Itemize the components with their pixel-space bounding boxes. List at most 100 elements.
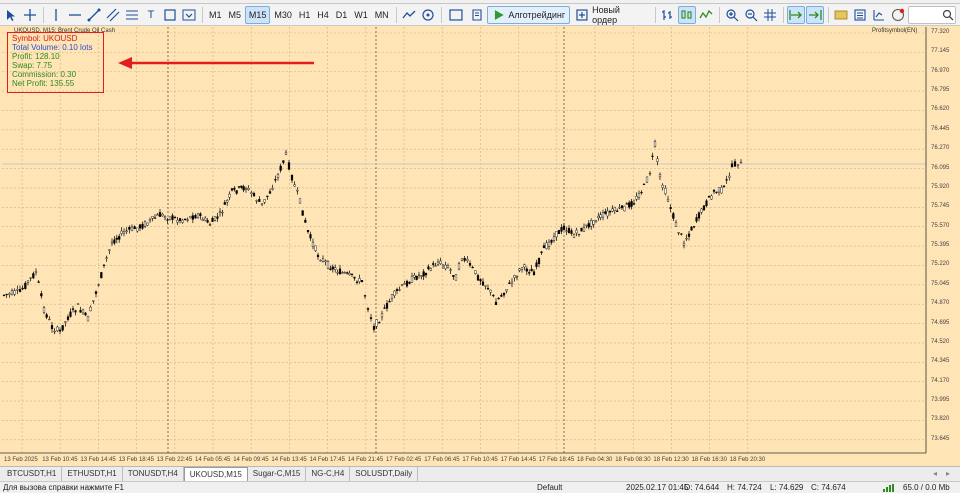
templates-icon[interactable]	[419, 6, 437, 24]
candle-body	[582, 227, 586, 232]
candle-body	[722, 185, 726, 188]
price-chart[interactable]: UKOUSD, M15: Brent Crude Oil Cash Profit…	[0, 27, 960, 466]
candle-body	[707, 195, 711, 198]
zoom-in-icon[interactable]	[723, 6, 741, 24]
timeframe-m1[interactable]: M1	[206, 6, 224, 24]
candle-body	[393, 290, 396, 296]
candles-icon[interactable]	[678, 5, 697, 24]
candle-body	[669, 207, 672, 209]
tab-ethusdt[interactable]: ETHUSDT,H1	[62, 467, 123, 481]
candle-body	[682, 242, 686, 246]
tab-ngc[interactable]: NG-C,H4	[306, 467, 351, 481]
objects-list-icon[interactable]	[851, 6, 869, 24]
candle-body	[76, 303, 80, 305]
price-tick-label: 74.695	[931, 319, 950, 326]
candle-body	[728, 175, 731, 178]
line-chart-icon[interactable]	[697, 6, 715, 24]
trendline-icon[interactable]	[85, 6, 103, 24]
periodicity-icon[interactable]	[870, 6, 888, 24]
candle-body	[378, 322, 381, 324]
candle-body	[494, 301, 498, 306]
candle-body	[94, 291, 98, 294]
candle-body	[597, 215, 600, 219]
text-icon[interactable]: T	[142, 6, 160, 24]
timeframe-m30[interactable]: M30	[271, 6, 294, 24]
candle-body	[298, 198, 302, 204]
candle-body	[138, 224, 142, 229]
crosshair-icon[interactable]	[21, 6, 39, 24]
candle-body	[560, 226, 563, 232]
candle-body	[92, 300, 95, 302]
candle-body	[334, 267, 337, 270]
candle-body	[530, 268, 533, 272]
candle-body	[388, 301, 391, 303]
timeframe-w1[interactable]: W1	[351, 6, 370, 24]
candle-body	[730, 163, 734, 168]
candle-body	[5, 293, 8, 296]
price-tick-label: 75.395	[931, 242, 950, 249]
channel-icon[interactable]	[104, 6, 122, 24]
candle-body	[697, 212, 701, 219]
candle-body	[677, 232, 680, 234]
autoscroll-icon[interactable]	[787, 5, 806, 24]
fibonacci-icon[interactable]	[123, 6, 141, 24]
tab-scroll-left-icon[interactable]: ◂	[933, 469, 937, 478]
notification-icon[interactable]	[889, 6, 907, 24]
candle-body	[34, 271, 38, 273]
timeframe-d1[interactable]: D1	[333, 6, 350, 24]
cursor-icon[interactable]	[2, 6, 20, 24]
candle-body	[532, 271, 536, 276]
candle-body	[108, 249, 111, 251]
search-box[interactable]	[908, 5, 957, 24]
algo-trading-button[interactable]: Алготрейдинг	[486, 5, 571, 24]
tab-btcusdt[interactable]: BTCUSDT,H1	[2, 467, 63, 481]
time-tick-label: 17 Feb 14:45	[500, 457, 536, 463]
price-tick-label: 76.970	[931, 67, 950, 74]
candle-body	[547, 241, 551, 247]
new-order-button[interactable]: Новый ордер	[571, 5, 651, 25]
candle-body	[375, 319, 378, 327]
bar-chart-icon[interactable]	[659, 6, 677, 24]
timeframe-h4[interactable]: H4	[314, 6, 331, 24]
timeframe-m5[interactable]: M5	[225, 6, 243, 24]
candle-body	[518, 268, 521, 271]
candle-body	[552, 236, 556, 241]
tab-tonusdt[interactable]: TONUSDT,H4	[123, 467, 184, 481]
scripts-icon[interactable]	[468, 6, 486, 24]
vertical-line-icon[interactable]	[47, 6, 65, 24]
horizontal-line-icon[interactable]	[66, 6, 84, 24]
tab-ukousd[interactable]: UKOUSD,M15	[183, 467, 248, 481]
shapes-icon[interactable]	[161, 6, 179, 24]
candle-body	[358, 278, 361, 282]
candle-body	[208, 224, 212, 226]
timeframe-mn[interactable]: MN	[372, 6, 392, 24]
candle-body	[429, 268, 432, 271]
timeframe-h1[interactable]: H1	[296, 6, 313, 24]
candle-body	[484, 285, 487, 287]
candle-body	[695, 217, 698, 222]
tab-solusdt[interactable]: SOLUSDT,Daily	[350, 467, 419, 481]
objects-menu-icon[interactable]	[180, 6, 198, 24]
tab-scroll-right-icon[interactable]: ▸	[946, 469, 950, 478]
candle-body	[37, 281, 40, 283]
candle-body	[463, 257, 466, 261]
zoom-out-icon[interactable]	[742, 6, 760, 24]
status-high: H: 74.724	[727, 483, 762, 492]
candle-body	[304, 219, 307, 223]
candle-body	[58, 329, 62, 332]
chart-shift-icon[interactable]	[806, 5, 825, 24]
candle-body	[436, 261, 440, 265]
candle-body	[81, 309, 85, 314]
tab-sugar[interactable]: Sugar-C,M15	[248, 467, 307, 481]
indicators-icon[interactable]	[832, 6, 850, 24]
ide-button[interactable]	[445, 6, 467, 24]
grid-icon[interactable]	[761, 6, 779, 24]
candle-body	[599, 214, 602, 218]
timeframe-m15[interactable]: M15	[244, 5, 271, 24]
chart-type-icon[interactable]	[400, 6, 418, 24]
candle-body	[260, 203, 264, 205]
candle-body	[42, 307, 46, 313]
candle-body	[151, 215, 154, 219]
status-profile[interactable]: Default	[537, 483, 562, 492]
status-traffic: 65.0 / 0.0 Mb	[903, 483, 950, 492]
